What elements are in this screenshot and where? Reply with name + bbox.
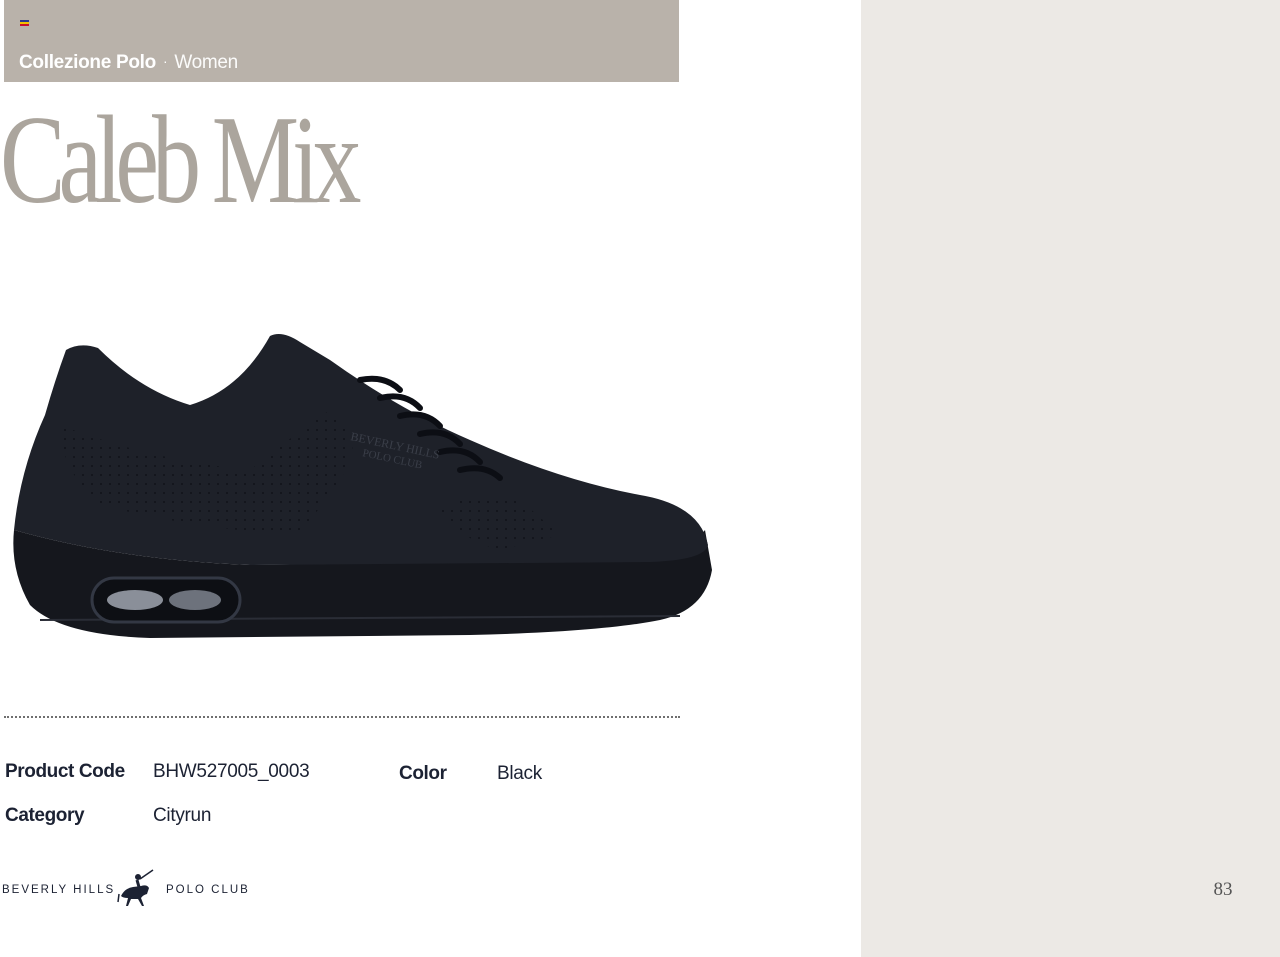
breadcrumb-collection[interactable]: Collezione Polo <box>19 52 156 73</box>
product-image: BEVERLY HILLS POLO CLUB <box>13 334 713 638</box>
category-value: Cityrun <box>153 805 212 826</box>
color-label: Color <box>399 763 447 784</box>
product-code-label: Product Code <box>5 761 125 782</box>
color-value: Black <box>497 763 542 784</box>
brand-logo: BEVERLY HILLS POLO CLUB <box>0 866 260 910</box>
breadcrumb: Collezione Polo · Women <box>19 52 238 74</box>
product-title: Caleb Mix <box>0 91 362 230</box>
polo-player-icon <box>117 869 154 906</box>
breadcrumb-separator: · <box>162 53 168 69</box>
divider <box>4 716 680 718</box>
product-code-value: BHW527005_0003 <box>153 761 310 782</box>
flag-icon <box>20 20 29 26</box>
header-bar: Collezione Polo · Women <box>4 0 679 82</box>
brand-name-right: POLO CLUB <box>166 884 250 896</box>
brand-name-left: BEVERLY HILLS <box>2 884 116 896</box>
category-label: Category <box>5 805 85 826</box>
breadcrumb-section[interactable]: Women <box>174 52 238 73</box>
page-number: 83 <box>1213 879 1233 900</box>
right-panel <box>861 0 1280 957</box>
